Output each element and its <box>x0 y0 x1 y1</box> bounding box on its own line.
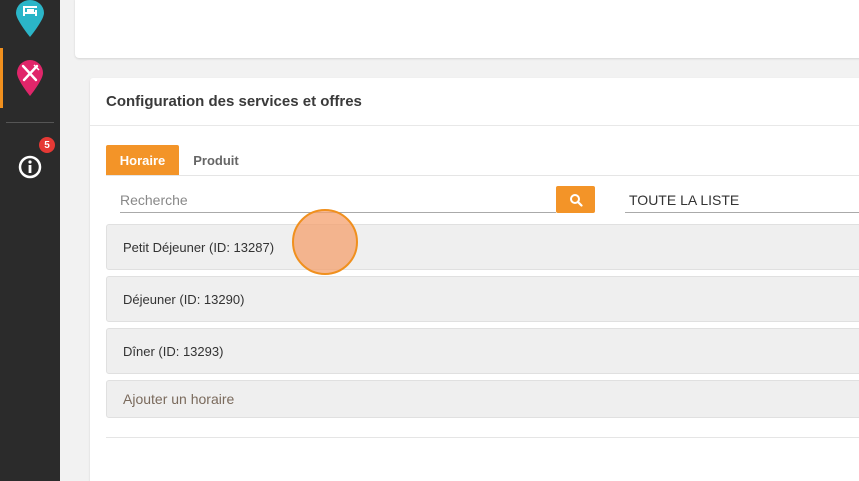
sidebar-item-restaurant[interactable] <box>0 48 60 108</box>
schedule-row[interactable]: Dîner (ID: 13293) <box>106 328 859 374</box>
sidebar: 5 <box>0 0 60 481</box>
search-icon <box>569 193 583 207</box>
click-indicator <box>292 209 358 275</box>
sidebar-item-hotel[interactable] <box>0 0 60 40</box>
services-panel: Configuration des services et offres Hor… <box>90 78 859 481</box>
hotel-pin-icon <box>16 0 44 37</box>
header-card <box>75 0 859 58</box>
add-schedule-button[interactable]: Ajouter un horaire <box>106 380 859 418</box>
search-input[interactable] <box>120 188 556 213</box>
search-button[interactable] <box>556 186 595 213</box>
active-indicator <box>0 48 3 108</box>
filter-select[interactable]: TOUTE LA LISTE <box>625 188 859 213</box>
title-divider <box>90 125 859 126</box>
tab-produit[interactable]: Produit <box>186 145 246 175</box>
schedule-row[interactable]: Petit Déjeuner (ID: 13287) <box>106 224 859 270</box>
sidebar-divider <box>6 122 54 123</box>
schedule-row[interactable]: Déjeuner (ID: 13290) <box>106 276 859 322</box>
notification-badge: 5 <box>39 137 55 153</box>
tabs-divider <box>106 175 859 176</box>
restaurant-pin-icon <box>17 60 43 96</box>
list-divider <box>106 437 859 438</box>
panel-title: Configuration des services et offres <box>106 93 362 110</box>
tab-horaire[interactable]: Horaire <box>106 145 179 175</box>
